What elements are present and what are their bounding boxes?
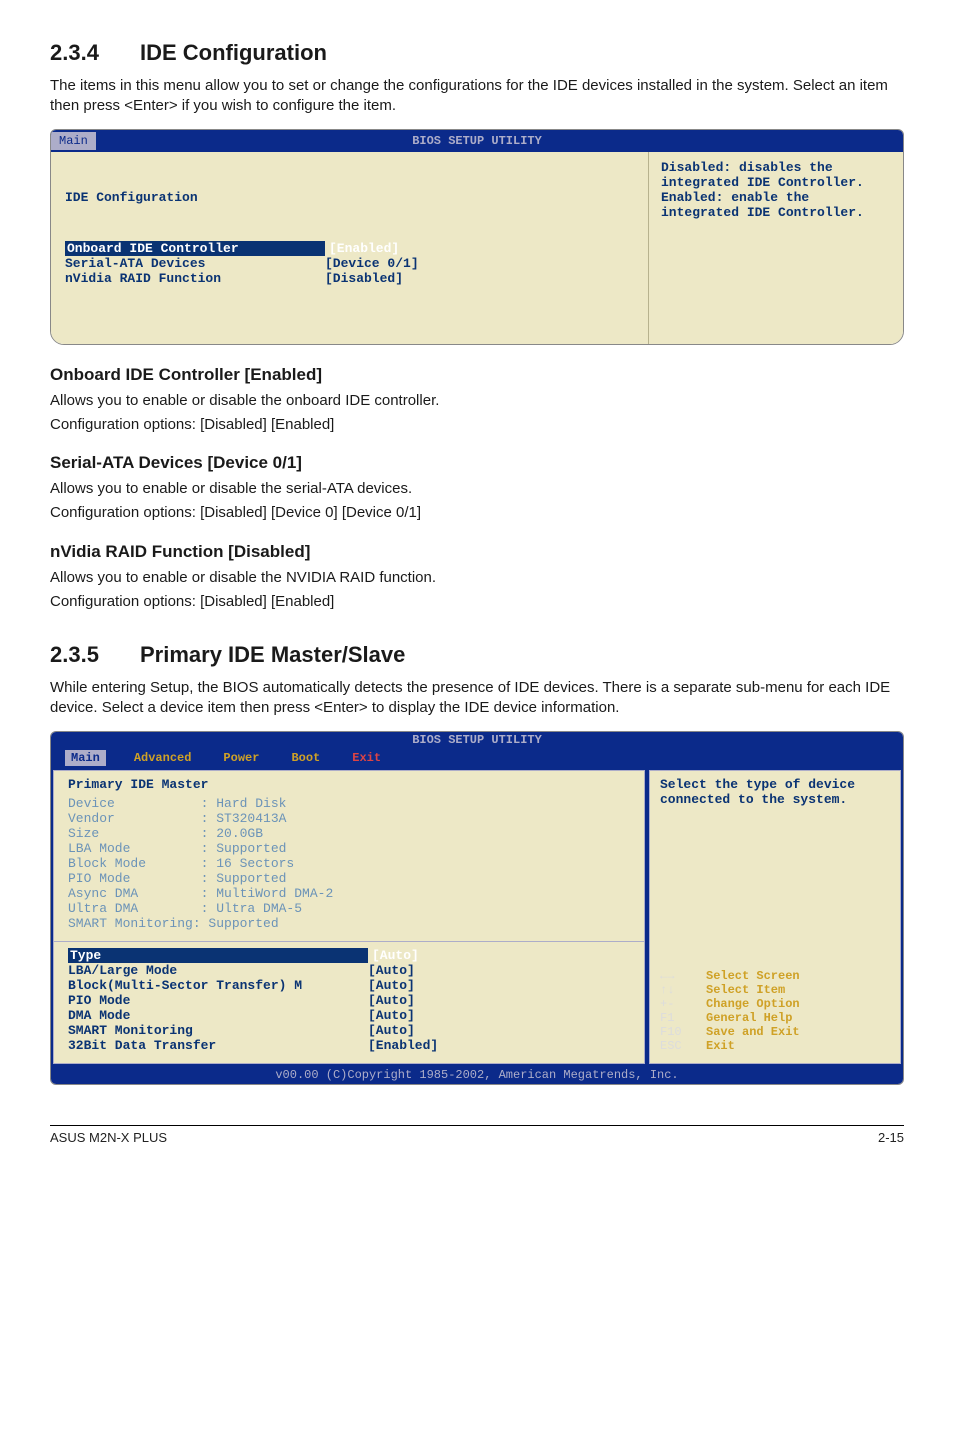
- section-title-text: Primary IDE Master/Slave: [140, 642, 904, 668]
- sub2-line1: Allows you to enable or disable the seri…: [50, 479, 904, 499]
- bios-window-primary-ide: BIOS SETUP UTILITY Main Advanced Power B…: [50, 731, 904, 1085]
- bios-setting-label: 32Bit Data Transfer: [68, 1038, 368, 1053]
- bios-setting-label: DMA Mode: [68, 1008, 368, 1023]
- key-name: ↑↓: [660, 983, 706, 997]
- menu-boot[interactable]: Boot: [287, 750, 324, 766]
- section-intro-235: While entering Setup, the BIOS automatic…: [50, 678, 904, 719]
- device-info-line: PIO Mode : Supported: [68, 871, 630, 886]
- device-info-line: Vendor : ST320413A: [68, 811, 630, 826]
- bios-setting-value: [Auto]: [368, 1008, 415, 1023]
- key-legend-row: ESCExit: [660, 1039, 890, 1053]
- sub1-line2: Configuration options: [Disabled] [Enabl…: [50, 415, 904, 435]
- bios-setting-row[interactable]: SMART Monitoring[Auto]: [68, 1023, 630, 1038]
- bios2-help-text: Select the type of device connected to t…: [660, 777, 890, 969]
- bios2-title: BIOS SETUP UTILITY: [51, 733, 903, 747]
- bios-setting-value: [Auto]: [368, 963, 415, 978]
- bios-setting-row[interactable]: Type [Auto]: [68, 948, 630, 963]
- section-heading-234: 2.3.4 IDE Configuration: [50, 40, 904, 66]
- device-info-line: Block Mode : 16 Sectors: [68, 856, 630, 871]
- key-desc: Exit: [706, 1039, 735, 1053]
- key-name: F10: [660, 1025, 706, 1039]
- key-legend-row: ←→Select Screen: [660, 969, 890, 983]
- key-legend-row: F10Save and Exit: [660, 1025, 890, 1039]
- bios-setting-value: [Auto]: [368, 993, 415, 1008]
- bios-tab-active[interactable]: Main: [51, 132, 96, 150]
- bios2-key-legend: ←→Select Screen↑↓Select Item+-Change Opt…: [660, 969, 890, 1053]
- bios-setting-row[interactable]: Block(Multi-Sector Transfer) M[Auto]: [68, 978, 630, 993]
- bios-setting-label: LBA/Large Mode: [68, 963, 368, 978]
- bios-topbar: Main BIOS SETUP UTILITY: [51, 130, 903, 152]
- section-number: 2.3.4: [50, 40, 140, 66]
- bios2-info-pane: Primary IDE Master Device : Hard DiskVen…: [54, 771, 644, 942]
- bios-window-ide-config: Main BIOS SETUP UTILITY IDE Configuratio…: [50, 129, 904, 345]
- key-name: ESC: [660, 1039, 706, 1053]
- bios-setting-label: Type: [68, 948, 368, 963]
- bios2-copyright: v00.00 (C)Copyright 1985-2002, American …: [51, 1066, 903, 1084]
- key-legend-row: +-Change Option: [660, 997, 890, 1011]
- section-intro-234: The items in this menu allow you to set …: [50, 76, 904, 117]
- bios-option-label: nVidia RAID Function: [65, 271, 325, 286]
- bios-setting-value: [Enabled]: [368, 1038, 438, 1053]
- bios-panel-title: IDE Configuration: [65, 190, 634, 205]
- key-desc: General Help: [706, 1011, 792, 1025]
- bios-option-value: [Disabled]: [325, 271, 403, 286]
- key-desc: Change Option: [706, 997, 800, 1011]
- bios2-panel-title: Primary IDE Master: [68, 777, 630, 792]
- subheading-nvidia: nVidia RAID Function [Disabled]: [50, 542, 904, 562]
- key-desc: Save and Exit: [706, 1025, 800, 1039]
- footer-left: ASUS M2N-X PLUS: [50, 1130, 167, 1145]
- bios-option-value: [Device 0/1]: [325, 256, 419, 271]
- sub2-line2: Configuration options: [Disabled] [Devic…: [50, 503, 904, 523]
- key-name: F1: [660, 1011, 706, 1025]
- device-info-line: SMART Monitoring: Supported: [68, 916, 630, 931]
- menu-exit[interactable]: Exit: [348, 750, 385, 766]
- bios-help-pane: Disabled: disables the integrated IDE Co…: [648, 152, 903, 344]
- menu-power[interactable]: Power: [219, 750, 263, 766]
- subheading-serialata: Serial-ATA Devices [Device 0/1]: [50, 453, 904, 473]
- bios-setting-label: SMART Monitoring: [68, 1023, 368, 1038]
- section-heading-235: 2.3.5 Primary IDE Master/Slave: [50, 642, 904, 668]
- key-desc: Select Item: [706, 983, 785, 997]
- bios-option-label: Serial-ATA Devices: [65, 256, 325, 271]
- device-info-line: Device : Hard Disk: [68, 796, 630, 811]
- key-legend-row: F1General Help: [660, 1011, 890, 1025]
- bios-option-row[interactable]: Onboard IDE Controller [Enabled]: [65, 241, 634, 256]
- menu-advanced[interactable]: Advanced: [130, 750, 196, 766]
- footer-divider: [50, 1125, 904, 1126]
- bios-setting-value: [Auto]: [368, 1023, 415, 1038]
- device-info-line: Size : 20.0GB: [68, 826, 630, 841]
- section-number: 2.3.5: [50, 642, 140, 668]
- footer-right: 2-15: [878, 1130, 904, 1145]
- key-name: ←→: [660, 969, 706, 983]
- bios-left-pane: IDE Configuration Onboard IDE Controller…: [51, 152, 648, 344]
- device-info-line: Async DMA : MultiWord DMA-2: [68, 886, 630, 901]
- bios2-settings-pane: Type[Auto]LBA/Large Mode[Auto]Block(Mult…: [54, 942, 644, 1063]
- bios-option-row[interactable]: nVidia RAID Function[Disabled]: [65, 271, 634, 286]
- subheading-onboard: Onboard IDE Controller [Enabled]: [50, 365, 904, 385]
- bios-option-value: [Enabled]: [329, 241, 399, 256]
- bios-title: BIOS SETUP UTILITY: [412, 134, 542, 148]
- bios-setting-row[interactable]: DMA Mode[Auto]: [68, 1008, 630, 1023]
- key-desc: Select Screen: [706, 969, 800, 983]
- menu-main[interactable]: Main: [65, 750, 106, 766]
- bios-setting-row[interactable]: LBA/Large Mode[Auto]: [68, 963, 630, 978]
- sub3-line1: Allows you to enable or disable the NVID…: [50, 568, 904, 588]
- bios-option-label: Onboard IDE Controller: [65, 241, 325, 256]
- bios-setting-row[interactable]: 32Bit Data Transfer[Enabled]: [68, 1038, 630, 1053]
- bios-setting-row[interactable]: PIO Mode[Auto]: [68, 993, 630, 1008]
- device-info-line: LBA Mode : Supported: [68, 841, 630, 856]
- bios-setting-value: [Auto]: [372, 948, 419, 963]
- sub1-line1: Allows you to enable or disable the onbo…: [50, 391, 904, 411]
- key-name: +-: [660, 997, 706, 1011]
- bios-setting-label: Block(Multi-Sector Transfer) M: [68, 978, 368, 993]
- bios2-topbar: BIOS SETUP UTILITY: [51, 732, 903, 748]
- bios-option-row[interactable]: Serial-ATA Devices[Device 0/1]: [65, 256, 634, 271]
- bios2-menu-row: Main Advanced Power Boot Exit: [51, 748, 903, 768]
- sub3-line2: Configuration options: [Disabled] [Enabl…: [50, 592, 904, 612]
- bios-setting-value: [Auto]: [368, 978, 415, 993]
- bios-setting-label: PIO Mode: [68, 993, 368, 1008]
- section-title-text: IDE Configuration: [140, 40, 904, 66]
- device-info-line: Ultra DMA : Ultra DMA-5: [68, 901, 630, 916]
- key-legend-row: ↑↓Select Item: [660, 983, 890, 997]
